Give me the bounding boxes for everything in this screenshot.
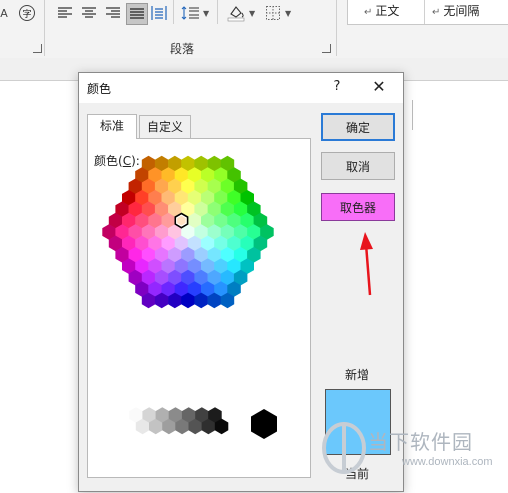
style-no-spacing-label: 无间隔 bbox=[443, 4, 480, 18]
watermark: 当下软件园 www.downxia.com bbox=[322, 418, 508, 493]
paragraph-mark-icon: ↵ bbox=[364, 7, 373, 18]
dialog-title: 颜色 bbox=[87, 82, 112, 96]
justify-icon[interactable] bbox=[126, 3, 148, 25]
ok-button[interactable]: 确定 bbox=[321, 113, 395, 141]
borders-icon[interactable] bbox=[264, 4, 282, 22]
line-spacing-icon[interactable] bbox=[180, 4, 200, 22]
align-left-icon[interactable] bbox=[56, 4, 74, 22]
watermark-text: 当下软件园 bbox=[368, 430, 473, 454]
watermark-url: www.downxia.com bbox=[402, 456, 493, 468]
font-color-a-icon[interactable]: A bbox=[0, 6, 8, 20]
distribute-icon[interactable] bbox=[150, 4, 168, 22]
chevron-down-icon[interactable]: ▼ bbox=[203, 9, 209, 18]
style-divider bbox=[424, 0, 425, 24]
ribbon-separator bbox=[44, 0, 45, 56]
style-no-spacing[interactable]: ↵ 无间隔 bbox=[432, 2, 479, 20]
style-normal[interactable]: ↵ 正文 bbox=[364, 2, 399, 20]
paragraph-group-label: 段落 bbox=[170, 42, 195, 56]
cancel-button[interactable]: 取消 bbox=[321, 152, 395, 180]
paragraph-mark-icon: ↵ bbox=[432, 7, 441, 18]
black-swatch[interactable] bbox=[251, 409, 277, 439]
tab-standard[interactable]: 标准 bbox=[87, 114, 137, 139]
eyedropper-button[interactable]: 取色器 bbox=[321, 193, 395, 221]
ribbon-separator bbox=[217, 0, 218, 24]
ribbon-separator bbox=[173, 0, 174, 24]
align-right-icon[interactable] bbox=[104, 4, 122, 22]
chevron-down-icon[interactable]: ▼ bbox=[249, 9, 255, 18]
styles-gallery: ↵ 正文 ↵ 无间隔 bbox=[347, 0, 508, 25]
ribbon: A 字 ▼ ▼ ▼ 段落 ↵ 正文 ↵ 无间隔 bbox=[0, 0, 508, 59]
close-button[interactable]: ✕ bbox=[369, 77, 389, 97]
chevron-down-icon[interactable]: ▼ bbox=[285, 9, 291, 18]
standard-color-panel: 颜色(C): bbox=[87, 138, 311, 478]
shading-icon[interactable] bbox=[226, 3, 246, 23]
paragraph-dialog-launcher-icon[interactable] bbox=[322, 44, 331, 53]
new-color-label: 新增 bbox=[345, 368, 370, 382]
font-dialog-launcher-icon[interactable] bbox=[33, 44, 42, 53]
enclose-character-icon[interactable]: 字 bbox=[19, 5, 35, 21]
dialog-titlebar: 颜色 ? ✕ bbox=[79, 73, 403, 103]
tab-custom[interactable]: 自定义 bbox=[139, 115, 191, 138]
style-normal-label: 正文 bbox=[375, 4, 400, 18]
align-center-icon[interactable] bbox=[80, 4, 98, 22]
ribbon-separator bbox=[336, 0, 337, 56]
help-button[interactable]: ? bbox=[327, 77, 347, 97]
watermark-logo-icon bbox=[322, 422, 366, 474]
page-corner-mark bbox=[412, 100, 413, 130]
color-hexagon-palette[interactable] bbox=[88, 139, 310, 477]
